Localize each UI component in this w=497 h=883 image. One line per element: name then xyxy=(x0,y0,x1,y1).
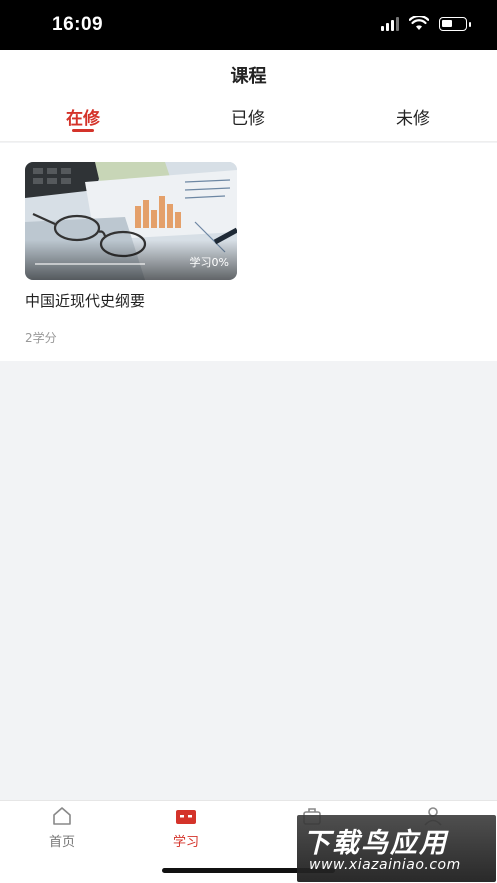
tab-completed[interactable]: 已修 xyxy=(208,104,288,129)
progress-bar xyxy=(35,263,145,265)
tab-not-started[interactable]: 未修 xyxy=(373,104,453,129)
course-thumbnail: 学习0% xyxy=(25,162,237,280)
wifi-icon xyxy=(409,16,429,30)
active-tab-indicator xyxy=(72,129,94,132)
course-tabs: 在修 已修 未修 xyxy=(0,104,497,142)
status-icons xyxy=(381,16,471,31)
cellular-signal-icon xyxy=(381,16,399,31)
nav-home-label: 首页 xyxy=(48,835,75,850)
course-credits: 2学分 xyxy=(25,331,57,345)
watermark-url: www.xiazainiao.com xyxy=(309,857,461,873)
nav-study-label: 学习 xyxy=(172,835,199,850)
course-card[interactable]: 学习0% 中国近现代史纲要 2学分 xyxy=(25,162,237,346)
nav-study[interactable]: 学习 xyxy=(151,805,221,850)
page-title: 课程 xyxy=(230,66,267,87)
header: 课程 在修 已修 未修 xyxy=(0,50,497,142)
status-bar: 16:09 xyxy=(0,0,497,50)
nav-home[interactable]: 首页 xyxy=(27,805,97,850)
course-title: 中国近现代史纲要 xyxy=(25,292,146,310)
battery-icon xyxy=(439,16,471,31)
home-icon xyxy=(53,807,71,825)
app-screen: 16:09 课程 在修 已修 未修 学习0% 中国近现代史纲要 2学分 首页 学… xyxy=(0,0,497,883)
progress-label: 学习0% xyxy=(189,256,229,269)
watermark-main-text: 下载鸟应用 xyxy=(303,828,448,859)
study-icon xyxy=(176,810,196,824)
status-time: 16:09 xyxy=(52,14,104,35)
course-list: 学习0% 中国近现代史纲要 2学分 xyxy=(0,143,497,361)
tab-in-progress[interactable]: 在修 xyxy=(43,104,123,129)
watermark-logo: 下载鸟应用 www.xiazainiao.com xyxy=(297,815,496,882)
